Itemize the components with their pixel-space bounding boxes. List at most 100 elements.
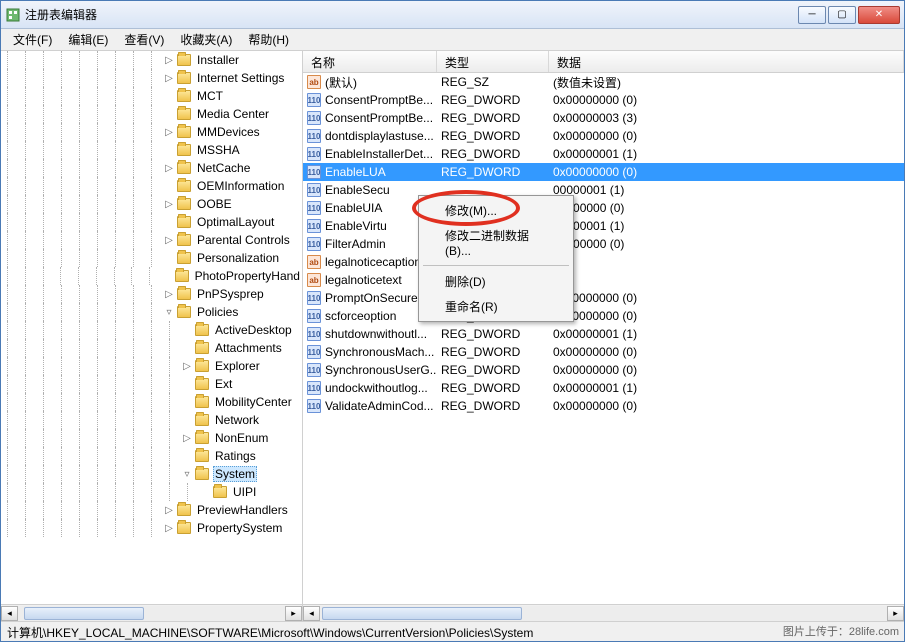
tree-item[interactable]: Network <box>1 411 302 429</box>
menu-view[interactable]: 查看(V) <box>118 29 170 50</box>
value-name-cell: 110dontdisplaylastuse... <box>303 129 437 143</box>
tree-item[interactable]: ▷ OOBE <box>1 195 302 213</box>
tree-label: OOBE <box>195 197 234 211</box>
maximize-button[interactable]: ▢ <box>828 6 856 24</box>
registry-value-row[interactable]: 110EnableLUAREG_DWORD0x00000000 (0) <box>303 163 904 181</box>
tree-toggle-icon[interactable]: ▷ <box>163 523 175 534</box>
menu-file[interactable]: 文件(F) <box>7 29 58 50</box>
tree-toggle-icon[interactable]: ▷ <box>163 73 175 84</box>
tree-item[interactable]: ▷MMDevices <box>1 123 302 141</box>
registry-value-row[interactable]: 110EnableInstallerDet...REG_DWORD0x00000… <box>303 145 904 163</box>
tree-label: Personalization <box>195 251 281 265</box>
col-header-type[interactable]: 类型 <box>437 51 549 72</box>
registry-value-row[interactable]: ablegalnoticecaptionREG_SZ <box>303 253 904 271</box>
value-name-cell: 110ConsentPromptBe... <box>303 93 437 107</box>
close-button[interactable]: ✕ <box>858 6 900 24</box>
folder-icon <box>177 252 191 264</box>
ctx-modify[interactable]: 修改(M)... <box>421 198 571 223</box>
tree-item[interactable]: ▷NonEnum <box>1 429 302 447</box>
tree-item[interactable]: Ext <box>1 375 302 393</box>
value-name-cell: 110EnableVirtu <box>303 219 437 233</box>
tree-toggle-icon[interactable]: ▿ <box>163 307 175 318</box>
tree-item[interactable]: Media Center <box>1 105 302 123</box>
value-name-cell: ablegalnoticecaption <box>303 255 437 269</box>
registry-value-row[interactable]: 110undockwithoutlog...REG_DWORD0x0000000… <box>303 379 904 397</box>
ctx-rename[interactable]: 重命名(R) <box>421 294 571 319</box>
tree-item[interactable]: OptimalLayout <box>1 213 302 231</box>
tree-body[interactable]: ▷Installer▷Internet SettingsMCTMedia Cen… <box>1 51 302 604</box>
tree-item[interactable]: Ratings <box>1 447 302 465</box>
tree-label: MSSHA <box>195 143 242 157</box>
ctx-delete[interactable]: 删除(D) <box>421 269 571 294</box>
tree-item[interactable]: ▿System <box>1 465 302 483</box>
value-data: 0x00000000 (0) <box>549 129 904 143</box>
tree-item[interactable]: ▷Internet Settings <box>1 69 302 87</box>
registry-value-row[interactable]: 110scforceoptionREG_DWORD0x00000000 (0) <box>303 307 904 325</box>
value-data: 00000000 (0) <box>549 201 904 215</box>
scroll-thumb[interactable] <box>322 607 522 620</box>
registry-value-row[interactable]: ablegalnoticetextREG_SZ <box>303 271 904 289</box>
titlebar[interactable]: 注册表编辑器 ─ ▢ ✕ <box>1 1 904 29</box>
registry-value-row[interactable]: 110SynchronousMach...REG_DWORD0x00000000… <box>303 343 904 361</box>
reg-dw-icon: 110 <box>307 201 321 215</box>
menu-help[interactable]: 帮助(H) <box>242 29 295 50</box>
tree-item[interactable]: PhotoPropertyHand <box>1 267 302 285</box>
registry-value-row[interactable]: 110SynchronousUserG...REG_DWORD0x0000000… <box>303 361 904 379</box>
tree-toggle-icon[interactable]: ▷ <box>181 433 193 444</box>
tree-toggle-icon[interactable]: ▷ <box>163 163 175 174</box>
registry-value-row[interactable]: 110ConsentPromptBe...REG_DWORD0x00000000… <box>303 91 904 109</box>
scroll-thumb[interactable] <box>24 607 144 620</box>
tree-item[interactable]: MobilityCenter <box>1 393 302 411</box>
tree-item[interactable]: ▷NetCache <box>1 159 302 177</box>
scroll-left-icon[interactable]: ◂ <box>1 606 18 621</box>
tree-hscroll[interactable]: ◂ ▸ <box>1 604 302 621</box>
tree-item[interactable]: Personalization <box>1 249 302 267</box>
registry-value-row[interactable]: ab(默认)REG_SZ(数值未设置) <box>303 73 904 91</box>
tree-item[interactable]: ▷Parental Controls <box>1 231 302 249</box>
tree-item[interactable]: ActiveDesktop <box>1 321 302 339</box>
tree-item[interactable]: UIPI <box>1 483 302 501</box>
scroll-right-icon[interactable]: ▸ <box>887 606 904 621</box>
registry-value-row[interactable]: 110EnableUIA00000000 (0) <box>303 199 904 217</box>
tree-item[interactable]: MCT <box>1 87 302 105</box>
tree-item[interactable]: ▷Explorer <box>1 357 302 375</box>
registry-value-row[interactable]: 110EnableVirtu00000001 (1) <box>303 217 904 235</box>
menu-favorites[interactable]: 收藏夹(A) <box>174 29 238 50</box>
menu-edit[interactable]: 编辑(E) <box>62 29 114 50</box>
scroll-left-icon[interactable]: ◂ <box>303 606 320 621</box>
col-header-name[interactable]: 名称 <box>303 51 437 72</box>
tree-toggle-icon[interactable]: ▷ <box>163 127 175 138</box>
scroll-right-icon[interactable]: ▸ <box>285 606 302 621</box>
tree-item[interactable]: OEMInformation <box>1 177 302 195</box>
tree-toggle-icon[interactable]: ▷ <box>181 361 193 372</box>
tree-toggle-icon[interactable]: ▷ <box>163 505 175 516</box>
tree-item[interactable]: Attachments <box>1 339 302 357</box>
tree-toggle-icon[interactable]: ▷ <box>163 55 175 66</box>
registry-value-row[interactable]: 110EnableSecu00000001 (1) <box>303 181 904 199</box>
tree-item[interactable]: ▷PropertySystem <box>1 519 302 537</box>
registry-value-row[interactable]: 110shutdownwithoutl...REG_DWORD0x0000000… <box>303 325 904 343</box>
tree-toggle-icon[interactable]: ▷ <box>163 199 175 210</box>
tree-item[interactable]: MSSHA <box>1 141 302 159</box>
registry-value-row[interactable]: 110FilterAdmin00000000 (0) <box>303 235 904 253</box>
scroll-track[interactable] <box>18 606 285 621</box>
tree-item[interactable]: ▿Policies <box>1 303 302 321</box>
tree-item[interactable]: ▷Installer <box>1 51 302 69</box>
value-type: REG_DWORD <box>437 129 549 143</box>
ctx-modify-binary[interactable]: 修改二进制数据(B)... <box>421 223 571 262</box>
list-hscroll[interactable]: ◂ ▸ <box>303 604 904 621</box>
scroll-track[interactable] <box>320 606 887 621</box>
tree-toggle-icon[interactable]: ▿ <box>181 469 193 480</box>
tree-toggle-icon[interactable]: ▷ <box>163 289 175 300</box>
registry-value-row[interactable]: 110ConsentPromptBe...REG_DWORD0x00000003… <box>303 109 904 127</box>
tree-label: Attachments <box>213 341 284 355</box>
registry-value-row[interactable]: 110ValidateAdminCod...REG_DWORD0x0000000… <box>303 397 904 415</box>
list-body[interactable]: ab(默认)REG_SZ(数值未设置)110ConsentPromptBe...… <box>303 73 904 604</box>
registry-value-row[interactable]: 110dontdisplaylastuse...REG_DWORD0x00000… <box>303 127 904 145</box>
tree-item[interactable]: ▷PreviewHandlers <box>1 501 302 519</box>
minimize-button[interactable]: ─ <box>798 6 826 24</box>
registry-value-row[interactable]: 110PromptOnSecureD...REG_DWORD0x00000000… <box>303 289 904 307</box>
col-header-data[interactable]: 数据 <box>549 51 904 72</box>
tree-toggle-icon[interactable]: ▷ <box>163 235 175 246</box>
tree-item[interactable]: ▷PnPSysprep <box>1 285 302 303</box>
